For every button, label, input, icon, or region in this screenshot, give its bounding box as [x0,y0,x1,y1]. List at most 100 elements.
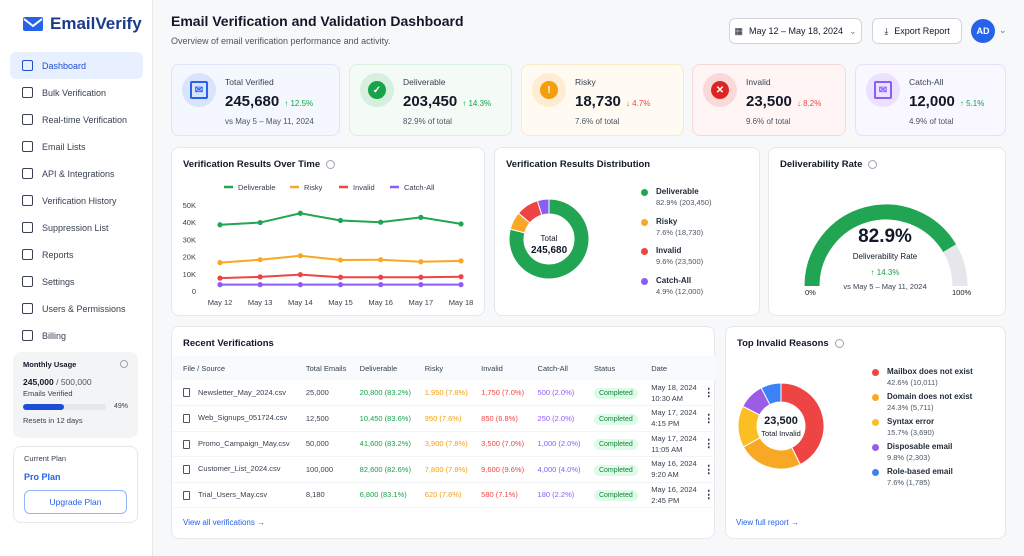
cell-value: 100,000 [305,464,334,474]
nav-icon [22,60,33,71]
x-tick-label: May 18 [449,298,474,307]
file-name[interactable]: Promo_Campaign_May.csv [198,439,290,448]
table-row[interactable]: Newsletter_May_2024.csv 25,000 20,800 (83.… [172,380,715,406]
table-row[interactable]: Trial_Users_May.csv 8,180 6,800 (83.1%) 620… [172,482,715,508]
file-name[interactable]: Trial_Users_May.csv [198,490,267,499]
file-name[interactable]: Newsletter_May_2024.csv [198,388,286,397]
kpi-value: 23,500 [746,93,792,110]
section-title: Recent Verifications [183,338,274,349]
date-cell: May 18, 2024 10:30 AM [640,380,700,406]
recent-verifications-card: Recent Verifications File / Source Total … [171,326,715,539]
sidebar-item-billing[interactable]: Billing [10,322,143,349]
nav-label: Suppression List [42,222,109,233]
data-point[interactable] [257,219,263,226]
sidebar-item-email-lists[interactable]: Email Lists [10,133,143,160]
data-point[interactable] [458,274,464,280]
legend-label: Risky [656,216,678,226]
usage-label: Emails Verified [23,389,73,398]
file-name[interactable]: Customer_List_2024.csv [198,464,281,473]
legend-dot [641,218,648,226]
usage-title: Monthly Usage [23,360,77,369]
table-row[interactable]: Customer_List_2024.csv 100,000 82,600 (82.… [172,456,715,483]
data-point[interactable] [217,260,223,266]
link-label: View full report [736,518,789,527]
data-point[interactable] [337,257,344,263]
column-header: Total Emails [294,356,349,380]
data-point[interactable] [418,282,424,288]
column-header: Deliverable [348,356,414,380]
data-point[interactable] [458,258,464,264]
sidebar-item-dashboard[interactable]: Dashboard [10,52,143,79]
x-tick-label: May 17 [409,298,434,307]
info-icon[interactable] [120,360,128,368]
table-cell: 620 (7.6%) [413,482,471,508]
nav-icon [22,330,33,341]
avatar[interactable]: AD [971,19,995,43]
sidebar-item-suppression-list[interactable]: Suppression List [10,214,143,241]
sidebar-item-settings[interactable]: Settings [10,268,143,295]
date-cell: May 16, 2024 9:20 AM [640,456,700,483]
view-all-verifications-link[interactable]: View all verifications → [183,518,265,527]
cell-value: 7,800 (7.8%) [424,464,468,474]
sidebar-item-real-time-verification[interactable]: Real-time Verification [10,106,143,133]
export-report-button[interactable]: ⤓ Export Report [872,18,962,44]
data-point[interactable] [418,259,424,265]
results-distribution-card: Verification Results Distribution Total … [494,147,760,316]
legend-dot [641,189,648,196]
table-row[interactable]: Web_Signups_051724.csv 12,500 10,450 (83.6… [172,405,715,432]
data-point[interactable] [297,210,303,216]
date: May 17, 2024 [651,433,697,443]
kpi-card-risky: ! Risky 18,730 ↓ 4.7% 7.6% of total [521,64,684,136]
legend-detail: 9.8% (2,303) [887,453,930,462]
row-menu-icon[interactable]: ⋮ [699,456,715,483]
sidebar-item-bulk-verification[interactable]: Bulk Verification [10,79,143,106]
sidebar-item-verification-history[interactable]: Verification History [10,187,143,214]
data-point[interactable] [297,253,303,259]
data-point[interactable] [378,219,384,225]
data-point[interactable] [217,282,223,288]
data-point[interactable] [337,217,344,224]
monthly-usage-card: Monthly Usage 245,000 / 500,000 Emails V… [13,352,138,438]
account-chevron-icon[interactable]: ⌄ [999,25,1007,36]
status-badge: Completed [593,464,638,476]
sidebar-item-reports[interactable]: Reports [10,241,143,268]
view-full-report-link[interactable]: View full report → [736,518,799,527]
row-menu-icon[interactable]: ⋮ [699,405,715,432]
data-point[interactable] [257,274,263,280]
data-point[interactable] [378,257,384,263]
sidebar-item-api-integrations[interactable]: API & Integrations [10,160,143,187]
data-point[interactable] [458,221,464,227]
upgrade-plan-button[interactable]: Upgrade Plan [24,490,127,514]
logo[interactable]: EmailVerify [22,14,142,34]
sidebar-item-users-permissions[interactable]: Users & Permissions [10,295,143,322]
data-point[interactable] [418,214,424,220]
data-point[interactable] [378,282,384,288]
data-point[interactable] [337,274,344,280]
kpi-change: ↑ 5.1% [959,99,985,108]
data-point[interactable] [337,282,344,288]
cell-value: 1,000 (2.0%) [537,439,581,449]
table-row[interactable]: Promo_Campaign_May.csv 50,000 41,600 (83.2… [172,431,715,457]
data-point[interactable] [378,274,384,280]
data-point[interactable] [217,222,223,228]
mail-icon: ✉ [874,81,892,99]
data-point[interactable] [257,257,263,263]
column-header: Status [582,356,641,380]
nav-icon [22,249,33,260]
data-point[interactable] [297,282,303,288]
date-range-picker[interactable]: ▦ May 12 – May 18, 2024 ⌄ [729,18,862,44]
kpi-icon-circle: ! [532,73,566,107]
data-point[interactable] [418,274,424,280]
file-name[interactable]: Web_Signups_051724.csv [198,413,287,422]
table-cell: 1,000 (2.0%) [526,431,583,457]
legend-label: Deliverable [238,183,276,192]
row-menu-icon[interactable]: ⋮ [699,431,715,457]
row-menu-icon[interactable]: ⋮ [699,380,715,406]
row-menu-icon[interactable]: ⋮ [699,482,715,508]
data-point[interactable] [458,282,464,288]
y-tick-label: 0 [192,287,196,296]
data-point[interactable] [217,275,223,281]
data-point[interactable] [257,282,263,288]
status-cell: Completed [582,380,641,406]
data-point[interactable] [297,272,303,278]
